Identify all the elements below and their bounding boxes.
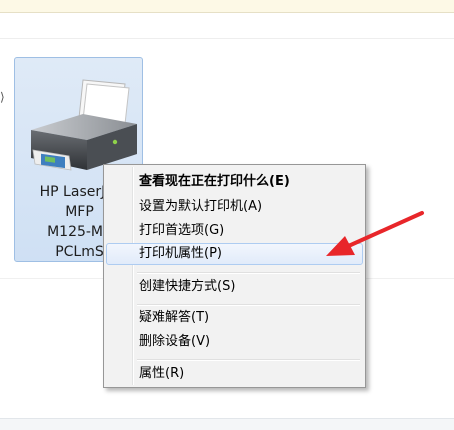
menu-item-printer-properties[interactable]: 打印机属性(P) <box>106 243 363 265</box>
printer-icon <box>31 79 137 171</box>
divider <box>0 38 454 39</box>
menu-separator <box>137 304 360 306</box>
menu-item-create-shortcut[interactable]: 创建快捷方式(S) <box>106 276 363 298</box>
notification-bar <box>0 0 454 13</box>
menu-item-properties[interactable]: 属性(R) <box>106 363 363 385</box>
menu-separator <box>137 359 360 361</box>
menu-item-remove-device[interactable]: 删除设备(V) <box>106 331 363 353</box>
menu-item-troubleshoot[interactable]: 疑难解答(T) <box>106 307 363 329</box>
menu-item-printing-preferences[interactable]: 打印首选项(G) <box>106 220 363 242</box>
status-bar <box>0 418 454 430</box>
menu-item-set-default-printer[interactable]: 设置为默认打印机(A) <box>106 196 363 218</box>
menu-item-see-whats-printing[interactable]: 查看现在正在打印什么(E) <box>106 171 363 193</box>
chevron-icon: ⟩ <box>0 90 5 104</box>
menu-separator <box>137 272 360 274</box>
context-menu: 查看现在正在打印什么(E) 设置为默认打印机(A) 打印首选项(G) 打印机属性… <box>103 164 366 388</box>
